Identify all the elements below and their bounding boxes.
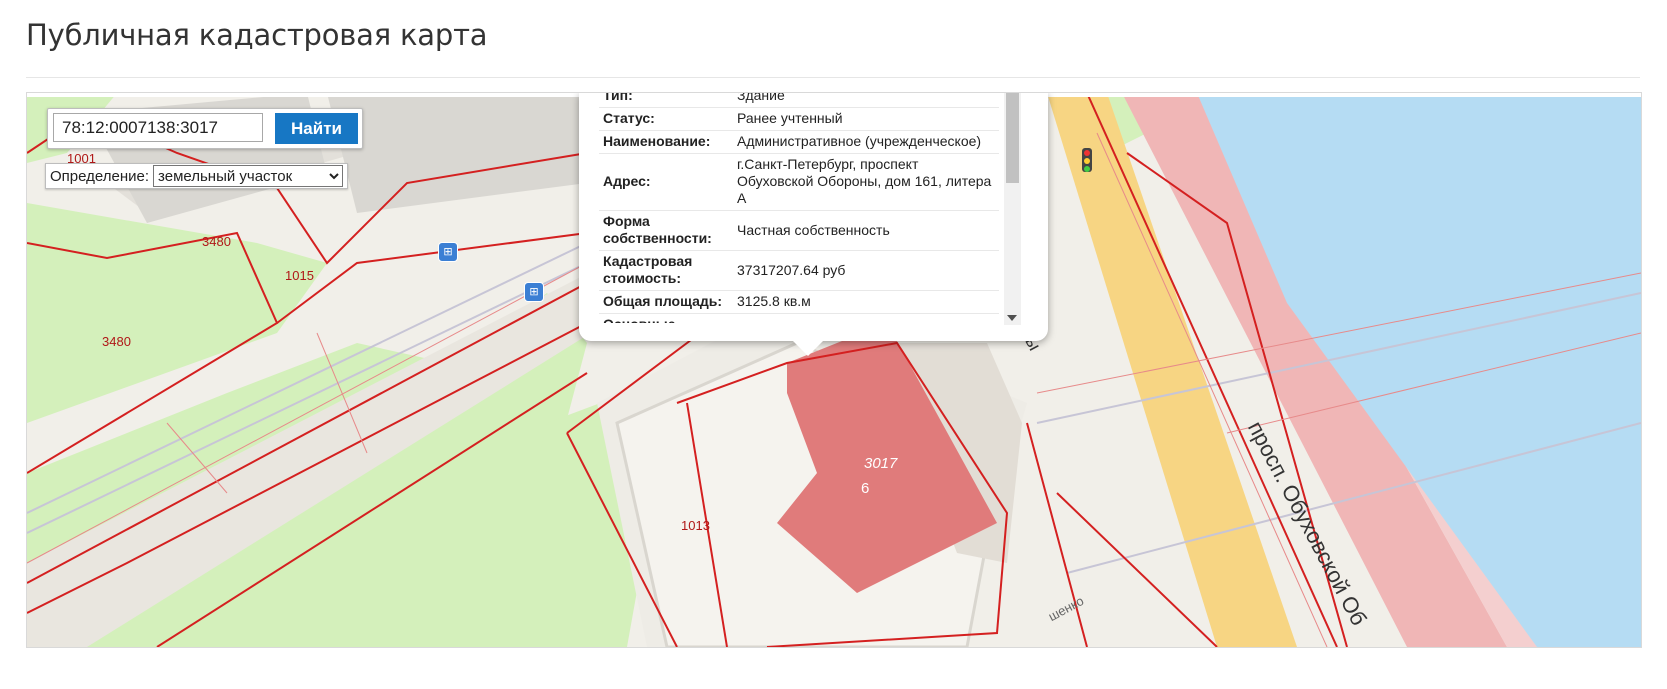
info-value: г.Санкт-Петербург, проспект Обуховской О… [733,153,999,211]
parcel-label: 1015 [285,268,314,283]
info-value: Здание [733,93,999,108]
page-title: Публичная кадастровая карта [26,18,488,52]
traffic-light-icon [1082,148,1092,172]
info-key: Форма собственности: [599,210,733,251]
info-key: Тип: [599,93,733,108]
table-row: Наименование: Административное (учрежденч… [599,130,999,154]
table-row: Кадастровая стоимость: 37317207.64 руб [599,250,999,291]
table-row: Адрес: г.Санкт-Петербург, проспект Обухов… [599,153,999,211]
building-number: 6 [861,480,870,497]
info-key: Основные [599,313,733,323]
info-value: Частная собственность [733,210,999,251]
popup-scrollbar[interactable] [1004,93,1021,325]
cadastral-number-input[interactable] [53,113,263,142]
popup-pointer [792,340,824,356]
search-panel: Найти [47,108,363,149]
object-info-popup: Тип: Здание Статус: Ранее учтенный Наимено… [579,93,1048,356]
table-row: Основные [599,313,999,323]
scrollbar-thumb[interactable] [1006,93,1019,183]
title-divider [26,77,1640,78]
info-key: Наименование: [599,130,733,154]
parcel-label: 3480 [102,334,131,349]
parcel-label: 3480 [202,234,231,249]
building-cadastral-label: 3017 [864,455,898,472]
transit-icon[interactable]: ⊞ [524,282,544,302]
info-key: Адрес: [599,153,733,211]
table-row: Тип: Здание [599,93,999,108]
parcel-label: 1013 [681,518,710,533]
table-row: Форма собственности: Частная собственност… [599,210,999,251]
definition-panel: Определение: земельный участок [45,163,349,189]
info-value: Ранее учтенный [733,107,999,131]
definition-select[interactable]: земельный участок [153,165,344,187]
table-row: Статус: Ранее учтенный [599,107,999,131]
info-key: Кадастровая стоимость: [599,250,733,291]
table-row: Общая площадь: 3125.8 кв.м [599,290,999,314]
find-button[interactable]: Найти [275,113,358,144]
info-table: Тип: Здание Статус: Ранее учтенный Наимено… [599,93,999,323]
info-key: Статус: [599,107,733,131]
info-value [733,313,999,323]
info-value: 3125.8 кв.м [733,290,999,314]
info-value: Административное (учрежденческое) [733,130,999,154]
info-value: 37317207.64 руб [733,250,999,291]
transit-icon[interactable]: ⊞ [438,242,458,262]
popup-content[interactable]: Тип: Здание Статус: Ранее учтенный Наимено… [599,93,999,323]
definition-label: Определение: [50,167,150,185]
chevron-down-icon[interactable] [1007,315,1017,321]
map-viewport[interactable]: 1001 3480 1015 3480 1013 3017 6 просп. О… [26,92,1642,648]
info-key: Общая площадь: [599,290,733,314]
